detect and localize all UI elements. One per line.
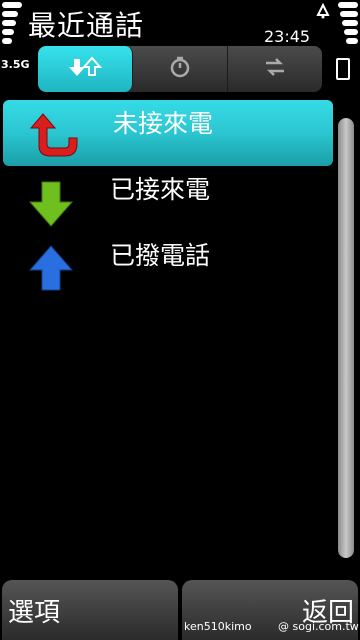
swap-arrows-icon: [263, 55, 287, 83]
options-label: 選項: [8, 598, 61, 628]
tab-call-timer[interactable]: [133, 46, 228, 92]
options-softkey[interactable]: 選項: [2, 580, 178, 640]
list-item-label: 未接來電: [113, 109, 214, 138]
call-log-tabs: [38, 46, 322, 92]
signal-strength-indicator: [2, 2, 22, 47]
scrollbar[interactable]: [338, 118, 354, 558]
timer-icon: [168, 55, 192, 83]
clock: 23:45: [264, 27, 311, 46]
alarm-icon: [315, 2, 331, 23]
watermark-site: @ sogi.com.tw: [278, 620, 359, 633]
list-item-label: 已撥電話: [110, 241, 211, 270]
call-type-list: 未接來電 已接來電 已撥電話: [0, 100, 336, 298]
dialed-call-icon: [26, 244, 76, 298]
watermark-user: ken510kimo: [184, 620, 252, 633]
battery-indicator: [338, 2, 358, 47]
received-call-icon: [26, 178, 76, 232]
network-type: 3.5G: [1, 58, 30, 71]
tab-data-counter[interactable]: [228, 46, 322, 92]
list-item-label: 已接來電: [110, 175, 211, 204]
list-item-received-calls[interactable]: 已接來電: [0, 166, 336, 232]
missed-call-icon: [29, 112, 81, 162]
page-title: 最近通話: [28, 9, 145, 42]
list-item-dialed-calls[interactable]: 已撥電話: [0, 232, 336, 298]
charging-icon: [336, 58, 350, 80]
tab-calls[interactable]: [38, 46, 133, 92]
list-item-missed-calls[interactable]: 未接來電: [3, 100, 333, 166]
missed-received-arrows-icon: [68, 55, 103, 83]
